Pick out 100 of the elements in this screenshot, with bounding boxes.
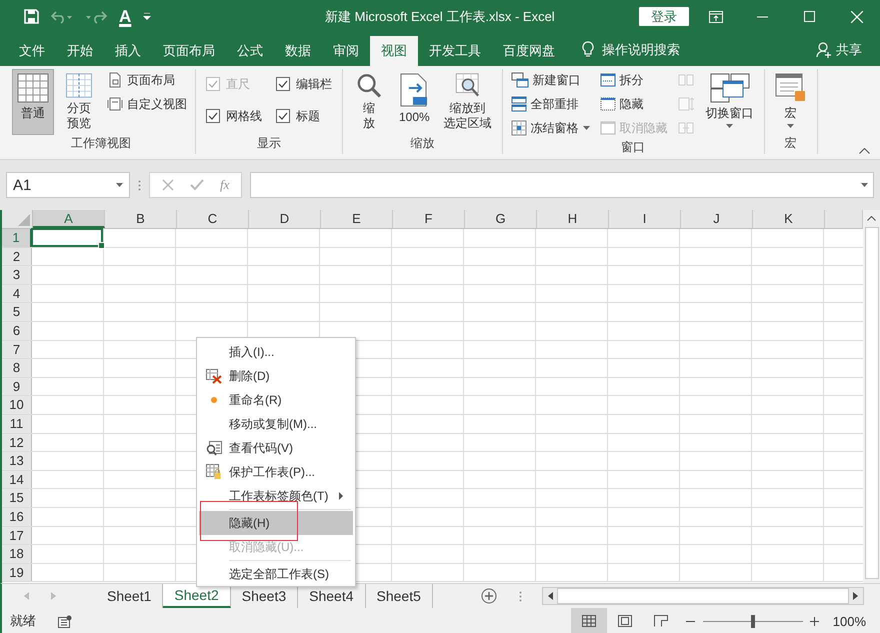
ribbon-tab[interactable]: 开始 [56, 36, 104, 66]
row-header[interactable]: 14 [2, 470, 32, 488]
menu-item[interactable]: 删除(D) [199, 364, 353, 388]
menu-item[interactable]: 查看代码(V) [199, 436, 353, 460]
zoom-level[interactable]: 100% [832, 614, 866, 628]
row-header[interactable]: 6 [2, 322, 32, 340]
previous-sheet-icon[interactable] [24, 592, 29, 600]
ribbon-button[interactable]: 100% [394, 69, 435, 135]
row-header[interactable]: 9 [2, 378, 32, 396]
checkbox[interactable]: 网格线 [201, 101, 267, 131]
zoom-slider-thumb[interactable] [750, 614, 755, 628]
ribbon-button[interactable]: 拆分 [596, 69, 671, 91]
row-header[interactable]: 17 [2, 526, 32, 544]
ribbon-button[interactable]: 冻结窗格 [508, 117, 593, 139]
selected-cell[interactable] [31, 228, 103, 247]
ribbon-button[interactable]: 缩放到 选定区域 [438, 69, 497, 135]
ribbon-button[interactable]: 宏 [770, 69, 812, 135]
group-label: 显示 [257, 135, 281, 152]
row-header[interactable]: 10 [2, 396, 32, 414]
name-box[interactable]: A1 [6, 172, 130, 198]
zoom-in-button[interactable] [808, 615, 821, 627]
column-header[interactable]: J [681, 210, 753, 228]
add-sheet-icon[interactable] [480, 588, 497, 604]
row-header[interactable]: 18 [2, 545, 32, 563]
row-header[interactable]: 3 [2, 266, 32, 284]
tell-me-search[interactable]: 操作说明搜索 [576, 33, 686, 66]
checkbox[interactable]: 标题 [271, 101, 337, 131]
row-header[interactable]: 19 [2, 564, 32, 582]
column-header[interactable]: E [321, 210, 393, 228]
ribbon-tab[interactable]: 开发工具 [418, 36, 492, 66]
scroll-up-icon[interactable] [867, 216, 876, 221]
column-header[interactable]: C [177, 210, 249, 228]
ribbon-button[interactable]: 页面布局 [104, 69, 190, 91]
column-header[interactable]: D [249, 210, 321, 228]
menu-item[interactable]: 工作表标签颜色(T) [199, 484, 353, 508]
macro-record-icon[interactable] [58, 614, 72, 628]
row-header[interactable]: 4 [2, 284, 32, 302]
ribbon-button[interactable]: 自定义视图 [104, 93, 190, 115]
row-header[interactable]: 1 [2, 229, 32, 247]
checkbox[interactable]: 编辑栏 [271, 69, 337, 99]
column-header[interactable]: G [465, 210, 537, 228]
menu-item[interactable]: 隐藏(H) [199, 511, 353, 535]
sheet-tab[interactable]: Sheet2 [163, 584, 231, 608]
ribbon-tab[interactable]: 百度网盘 [492, 36, 566, 66]
collapse-ribbon-icon[interactable] [859, 148, 870, 154]
select-all-icon[interactable] [18, 214, 30, 226]
scroll-thumb[interactable] [864, 227, 878, 579]
ribbon-tab[interactable]: 插入 [104, 36, 152, 66]
login-button[interactable]: 登录 [639, 7, 689, 26]
caret-icon [143, 13, 152, 20]
ribbon-button[interactable]: 隐藏 [596, 93, 671, 115]
row-header[interactable]: 12 [2, 434, 32, 452]
scroll-right-icon[interactable] [852, 592, 858, 600]
vertical-scrollbar[interactable] [863, 210, 880, 583]
ribbon-button[interactable]: 新建窗口 [508, 69, 593, 91]
column-header[interactable]: A [33, 210, 105, 228]
menu-item[interactable]: 重命名(R) [199, 388, 353, 412]
column-header[interactable]: K [753, 210, 825, 228]
ribbon-tab[interactable]: 页面布局 [152, 36, 226, 66]
formula-input[interactable] [250, 172, 874, 198]
row-header[interactable]: 16 [2, 508, 32, 526]
scroll-thumb[interactable] [556, 588, 849, 604]
column-header[interactable]: H [537, 210, 609, 228]
column-header[interactable]: I [609, 210, 681, 228]
font-color-button[interactable]: A [115, 4, 136, 28]
ribbon-button[interactable]: 普通 [12, 69, 54, 135]
menu-item[interactable]: 保护工作表(P)... [199, 460, 353, 484]
page-arrow-icon [399, 73, 430, 107]
ribbon-tab[interactable]: 公式 [226, 36, 274, 66]
ribbon-button[interactable]: 分页 预览 [58, 69, 100, 135]
ribbon-button[interactable]: 全部重排 [508, 93, 593, 115]
tell-me-label: 操作说明搜索 [602, 40, 680, 58]
menu-item[interactable]: 移动或复制(M)... [199, 412, 353, 436]
share-button[interactable]: 共享 [816, 33, 862, 66]
ribbon-tab[interactable]: 审阅 [322, 36, 370, 66]
grip-icon [518, 590, 522, 602]
row-header[interactable]: 7 [2, 340, 32, 358]
close-icon [850, 10, 862, 22]
cancel-icon[interactable] [162, 179, 174, 191]
normal-view-button[interactable] [570, 608, 607, 633]
ribbon-tab[interactable]: 数据 [274, 36, 322, 66]
menu-item[interactable]: 选定全部工作表(S) [199, 562, 353, 586]
row-header[interactable]: 5 [2, 303, 32, 321]
ribbon-tab[interactable]: 视图 [370, 36, 418, 66]
menu-item[interactable]: 插入(I)... [199, 340, 353, 364]
row-header[interactable]: 11 [2, 414, 32, 433]
horizontal-scrollbar[interactable] [542, 587, 864, 605]
column-header[interactable]: B [105, 210, 177, 228]
next-sheet-icon[interactable] [51, 592, 56, 600]
checkmark-icon[interactable] [190, 179, 204, 191]
row-header[interactable]: 13 [2, 452, 32, 470]
column-header[interactable]: F [393, 210, 465, 228]
ribbon-button[interactable]: 缩 放 [348, 69, 390, 135]
scroll-left-icon[interactable] [548, 592, 553, 600]
ribbon-button[interactable]: 切换窗口 [700, 69, 759, 135]
dot-icon [211, 397, 217, 403]
row-header[interactable]: 2 [2, 248, 32, 266]
row-header[interactable]: 15 [2, 489, 32, 507]
ribbon-tab[interactable]: 文件 [8, 36, 56, 66]
row-header[interactable]: 8 [2, 359, 32, 377]
